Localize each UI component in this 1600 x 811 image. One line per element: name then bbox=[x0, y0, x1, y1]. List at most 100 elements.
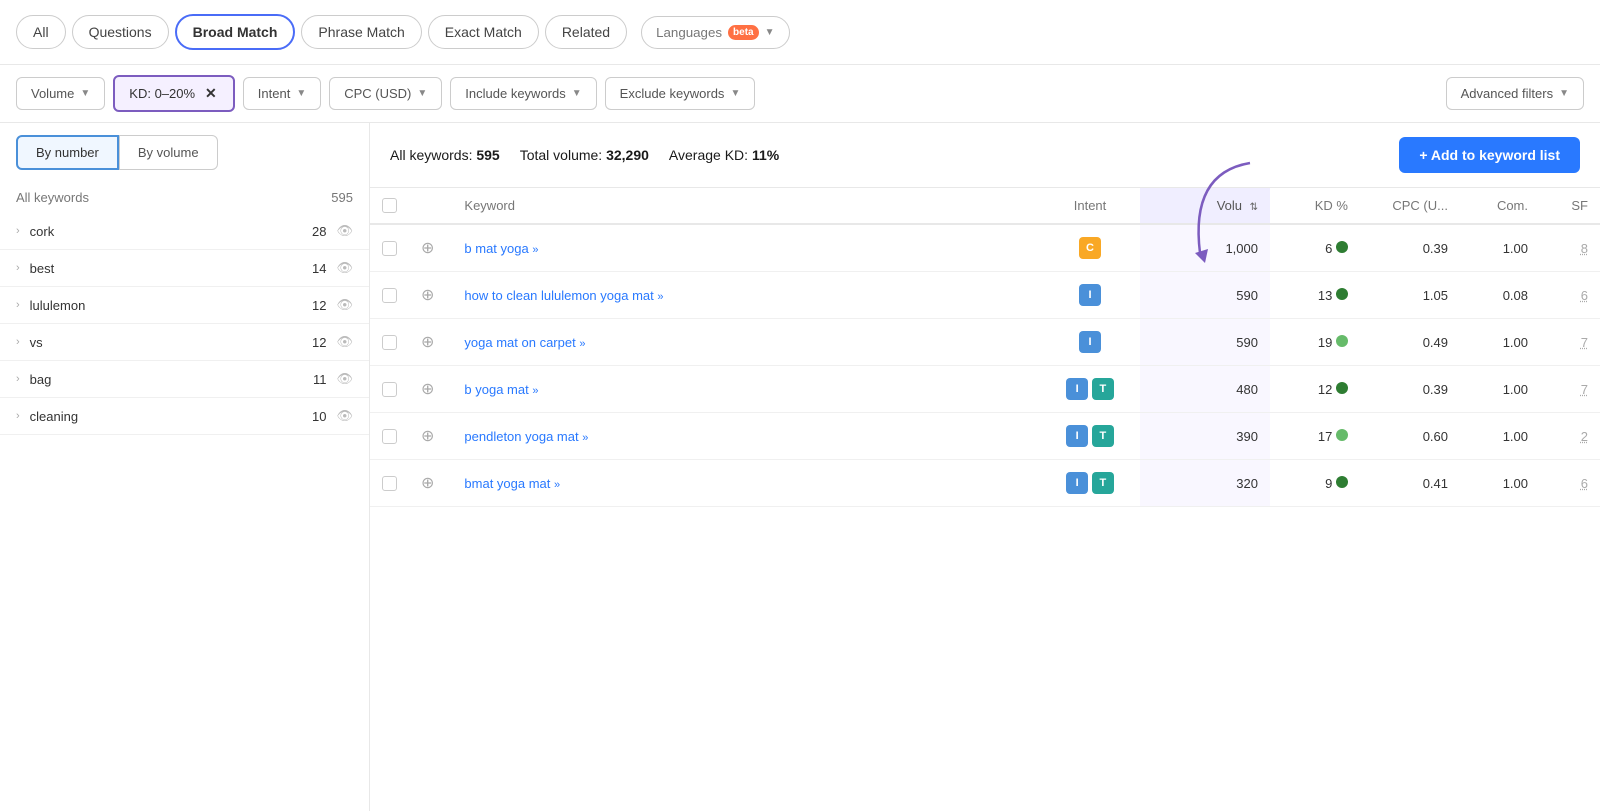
keyword-link[interactable]: how to clean lululemon yoga mat bbox=[464, 288, 653, 303]
kd-close-button[interactable]: ✕ bbox=[203, 85, 219, 102]
kd-label: KD: 0–20% bbox=[129, 86, 195, 101]
intent-badge: I bbox=[1066, 472, 1088, 494]
keyword-link[interactable]: pendleton yoga mat bbox=[464, 429, 578, 444]
exclude-chevron-icon: ▼ bbox=[730, 88, 740, 99]
sidebar-header-count: 595 bbox=[331, 190, 353, 205]
sidebar-header-keyword: All keywords bbox=[16, 190, 89, 205]
col-intent: Intent bbox=[1040, 188, 1140, 224]
col-cpc: CPC (U... bbox=[1360, 188, 1460, 224]
row-kd-cell: 9 bbox=[1270, 460, 1360, 507]
tab-exact-match[interactable]: Exact Match bbox=[428, 15, 539, 49]
sidebar-tab-by-number[interactable]: By number bbox=[16, 135, 119, 170]
keyword-link[interactable]: bmat yoga mat bbox=[464, 476, 550, 491]
languages-dropdown[interactable]: Languages beta ▼ bbox=[641, 16, 789, 49]
keyword-link[interactable]: b yoga mat bbox=[464, 382, 528, 397]
table-row: ⊕ b mat yoga » C 1,000 6 0.39 1.00 8 bbox=[370, 224, 1600, 272]
keyword-link[interactable]: yoga mat on carpet bbox=[464, 335, 575, 350]
advanced-filters-label: Advanced filters bbox=[1461, 86, 1554, 101]
add-keyword-icon[interactable]: ⊕ bbox=[421, 428, 434, 445]
select-all-checkbox[interactable] bbox=[382, 198, 397, 213]
include-keywords-filter[interactable]: Include keywords ▼ bbox=[450, 77, 596, 110]
sidebar-keyword-label: lululemon bbox=[30, 298, 312, 313]
table-row: ⊕ yoga mat on carpet » I 590 19 0.49 1.0… bbox=[370, 319, 1600, 366]
sort-icon: ⇅ bbox=[1250, 202, 1258, 213]
row-checkbox-cell bbox=[370, 224, 409, 272]
eye-icon[interactable]: 👁 bbox=[336, 297, 353, 313]
tab-all[interactable]: All bbox=[16, 15, 66, 49]
row-keyword-cell: how to clean lululemon yoga mat » bbox=[452, 272, 1040, 319]
intent-filter[interactable]: Intent ▼ bbox=[243, 77, 321, 110]
col-keyword: Keyword bbox=[452, 188, 1040, 224]
tab-related[interactable]: Related bbox=[545, 15, 627, 49]
row-checkbox-cell bbox=[370, 460, 409, 507]
add-keyword-icon[interactable]: ⊕ bbox=[421, 240, 434, 257]
kd-filter[interactable]: KD: 0–20% ✕ bbox=[113, 75, 235, 112]
row-sf-cell: 7 bbox=[1540, 366, 1600, 413]
all-keywords-stat: All keywords: 595 bbox=[390, 147, 500, 163]
sidebar-keyword-label: best bbox=[30, 261, 312, 276]
row-intent-cell: I T bbox=[1040, 460, 1140, 507]
sidebar-item-cork[interactable]: › cork 28 👁 bbox=[0, 213, 369, 250]
tab-questions[interactable]: Questions bbox=[72, 15, 169, 49]
row-keyword-cell: pendleton yoga mat » bbox=[452, 413, 1040, 460]
sidebar-item-best[interactable]: › best 14 👁 bbox=[0, 250, 369, 287]
row-com-cell: 1.00 bbox=[1460, 224, 1540, 272]
eye-icon[interactable]: 👁 bbox=[336, 223, 353, 239]
languages-chevron-icon: ▼ bbox=[765, 27, 775, 38]
kd-dot-icon bbox=[1336, 288, 1348, 300]
eye-icon[interactable]: 👁 bbox=[336, 260, 353, 276]
keyword-link[interactable]: b mat yoga bbox=[464, 241, 528, 256]
col-sf: SF bbox=[1540, 188, 1600, 224]
col-kd: KD % bbox=[1270, 188, 1360, 224]
sidebar-item-bag[interactable]: › bag 11 👁 bbox=[0, 361, 369, 398]
sidebar-item-vs[interactable]: › vs 12 👁 bbox=[0, 324, 369, 361]
eye-icon[interactable]: 👁 bbox=[336, 334, 353, 350]
sidebar-item-cleaning[interactable]: › cleaning 10 👁 bbox=[0, 398, 369, 435]
tab-phrase-match[interactable]: Phrase Match bbox=[301, 15, 421, 49]
cpc-filter[interactable]: CPC (USD) ▼ bbox=[329, 77, 442, 110]
row-kd-cell: 17 bbox=[1270, 413, 1360, 460]
col-com: Com. bbox=[1460, 188, 1540, 224]
sidebar-keyword-label: bag bbox=[30, 372, 313, 387]
add-keyword-icon[interactable]: ⊕ bbox=[421, 475, 434, 492]
sidebar-count: 12 bbox=[312, 298, 326, 313]
row-checkbox[interactable] bbox=[382, 335, 397, 350]
sidebar-tabs: By number By volume bbox=[0, 123, 369, 182]
eye-icon[interactable]: 👁 bbox=[336, 408, 353, 424]
add-keyword-icon[interactable]: ⊕ bbox=[421, 334, 434, 351]
kd-dot-icon bbox=[1336, 241, 1348, 253]
exclude-keywords-filter[interactable]: Exclude keywords ▼ bbox=[605, 77, 756, 110]
add-keyword-icon[interactable]: ⊕ bbox=[421, 287, 434, 304]
sidebar-item-lululemon[interactable]: › lululemon 12 👁 bbox=[0, 287, 369, 324]
add-to-keyword-list-button[interactable]: + Add to keyword list bbox=[1399, 137, 1580, 173]
sidebar-expand-icon: › bbox=[16, 225, 20, 237]
intent-badge: T bbox=[1092, 425, 1114, 447]
col-volume[interactable]: Volu ⇅ bbox=[1140, 188, 1270, 224]
row-volume-cell: 590 bbox=[1140, 319, 1270, 366]
row-com-cell: 1.00 bbox=[1460, 366, 1540, 413]
row-checkbox[interactable] bbox=[382, 241, 397, 256]
row-com-cell: 1.00 bbox=[1460, 319, 1540, 366]
tab-broad-match[interactable]: Broad Match bbox=[175, 14, 296, 50]
kd-dot-icon bbox=[1336, 335, 1348, 347]
volume-chevron-icon: ▼ bbox=[80, 88, 90, 99]
sidebar-tab-by-volume[interactable]: By volume bbox=[119, 135, 218, 170]
cpc-label: CPC (USD) bbox=[344, 86, 411, 101]
row-sf-cell: 8 bbox=[1540, 224, 1600, 272]
eye-icon[interactable]: 👁 bbox=[336, 371, 353, 387]
row-checkbox[interactable] bbox=[382, 382, 397, 397]
sidebar-count: 10 bbox=[312, 409, 326, 424]
sidebar-expand-icon: › bbox=[16, 410, 20, 422]
volume-filter[interactable]: Volume ▼ bbox=[16, 77, 105, 110]
row-checkbox[interactable] bbox=[382, 429, 397, 444]
content-area: All keywords: 595 Total volume: 32,290 A… bbox=[370, 123, 1600, 811]
advanced-chevron-icon: ▼ bbox=[1559, 88, 1569, 99]
row-checkbox-cell bbox=[370, 413, 409, 460]
sidebar-keyword-label: cork bbox=[30, 224, 312, 239]
row-checkbox[interactable] bbox=[382, 288, 397, 303]
row-checkbox[interactable] bbox=[382, 476, 397, 491]
add-keyword-icon[interactable]: ⊕ bbox=[421, 381, 434, 398]
sidebar-keyword-label: vs bbox=[30, 335, 312, 350]
keyword-arrow-icon: » bbox=[554, 479, 560, 491]
advanced-filters[interactable]: Advanced filters ▼ bbox=[1446, 77, 1584, 110]
